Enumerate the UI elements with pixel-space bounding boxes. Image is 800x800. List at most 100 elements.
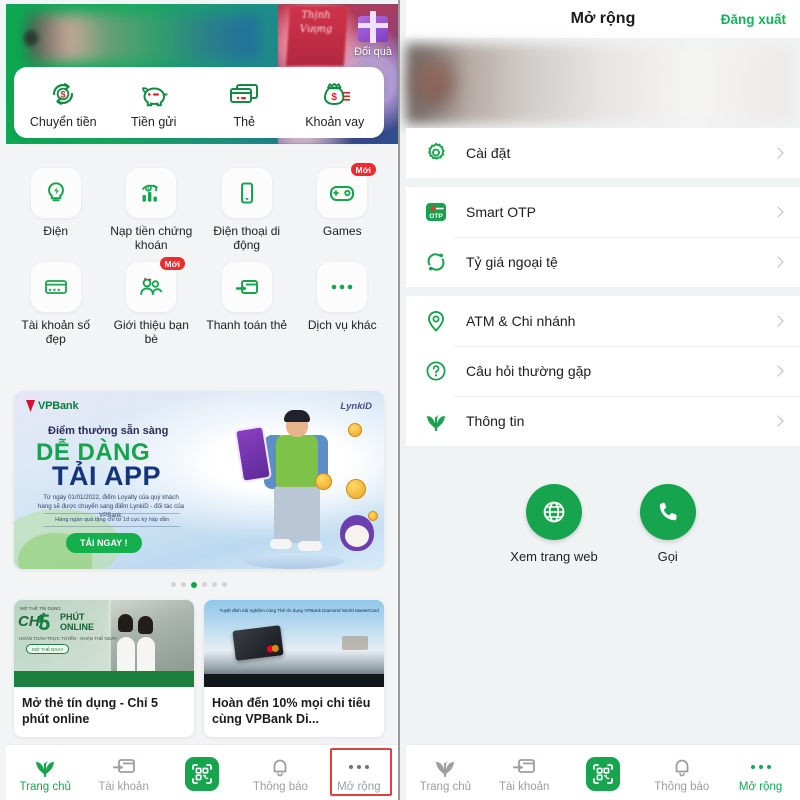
home-sprout-icon [6, 755, 84, 779]
carousel-dot[interactable] [181, 582, 186, 587]
service-label: Dịch vụ khác [307, 318, 377, 332]
service-thanh-toan-the[interactable]: Thanh toán thẻ [199, 262, 295, 346]
menu-item-atm-chi-nhanh[interactable]: ATM & Chi nhánh [406, 296, 800, 346]
blurred-profile-avatar [414, 58, 454, 106]
service-tile [221, 168, 272, 218]
menu-group-tools: OTP Smart OTP Tỷ giá ngoại tệ [406, 187, 800, 287]
service-tai-khoan-so-dep[interactable]: Tài khoản số đẹp [8, 262, 104, 346]
news-image-photo [111, 600, 194, 671]
menu-item-label: Tỷ giá ngoại tệ [466, 254, 558, 270]
right-phone-more-screen: Mở rộng Đăng xuất Cài đặt OTP Smart OTP … [400, 0, 800, 800]
nav-tab-account[interactable]: Tài khoản [485, 755, 564, 800]
menu-item-label: Smart OTP [466, 204, 537, 220]
more-screen-header: Mở rộng Đăng xuất [406, 0, 800, 38]
quick-action-transfer[interactable]: $ Chuyển tiền [18, 78, 109, 129]
bottom-navigation-bar: Trang chủ Tài khoản Thông báo Mở rộng [406, 744, 800, 800]
action-label: Gọi [657, 549, 678, 564]
quick-action-deposit[interactable]: Tiền gửi [109, 78, 200, 129]
service-dien-thoai-di-dong[interactable]: Điện thoại di động [199, 168, 295, 252]
service-tile [221, 262, 272, 312]
services-row-1: Điện $ Nạp tiền chứng khoán Điện thoại d… [8, 163, 391, 252]
carousel-dot[interactable] [212, 582, 217, 587]
news-card-image: Tuyệt đỉnh trải nghiệm cùng Thẻ tín dụng… [204, 600, 384, 687]
nav-tab-account[interactable]: Tài khoản [84, 755, 162, 800]
nav-tab-label: Trang chủ [419, 781, 472, 793]
coin-icon [315, 473, 332, 490]
blurred-profile-banner [406, 44, 792, 124]
carousel-dot[interactable] [202, 582, 207, 587]
service-gioi-thieu-ban-be[interactable]: Mới Giới thiệu bạn bè [104, 257, 200, 346]
menu-item-ty-gia-ngoai-te[interactable]: Tỷ giá ngoại tệ [406, 237, 800, 287]
chevron-right-icon [772, 206, 784, 218]
service-dich-vu-khac[interactable]: Dịch vụ khác [295, 262, 391, 346]
news-image-footer-bar [14, 671, 194, 687]
news-card[interactable]: MỞ THẺ TÍN DỤNG CHỈ 5 PHÚT ONLINE HOÀN T… [14, 600, 194, 737]
menu-item-cai-dat[interactable]: Cài đặt [406, 128, 800, 178]
contact-actions: Xem trang web Gọi [406, 484, 800, 564]
nav-tab-qr-scan[interactable] [564, 757, 643, 800]
menu-item-smart-otp[interactable]: OTP Smart OTP [406, 187, 800, 237]
carousel-dot[interactable] [171, 582, 176, 587]
money-transfer-icon: $ [18, 78, 109, 110]
gift-exchange-label[interactable]: Đổi quà [354, 46, 392, 58]
quick-action-loan[interactable]: $ Khoản vay [290, 78, 381, 129]
account-card-icon [485, 755, 564, 779]
news-image-number: 5 [38, 610, 51, 635]
more-dots-icon [320, 755, 398, 779]
stock-chart-icon: $ [142, 184, 158, 202]
coin-icon [348, 423, 362, 437]
service-label: Nạp tiền chứng khoán [110, 224, 193, 252]
menu-item-label: Thông tin [466, 413, 525, 429]
nav-tab-home[interactable]: Trang chủ [6, 755, 84, 800]
svg-text:OTP: OTP [429, 213, 443, 220]
nav-tab-notifications[interactable]: Thông báo [642, 755, 721, 800]
quick-action-card[interactable]: Thẻ [199, 78, 290, 129]
coin-icon [346, 479, 366, 499]
nav-tab-more[interactable]: Mở rộng [320, 755, 398, 800]
lightbulb-icon [47, 182, 64, 202]
menu-group-settings: Cài đặt [406, 128, 800, 178]
qr-scan-icon [585, 757, 620, 791]
menu-item-label: Cài đặt [466, 145, 511, 161]
service-label: Games [322, 224, 362, 238]
action-view-website[interactable]: Xem trang web [510, 484, 598, 564]
quick-actions-card: $ Chuyển tiền Tiền gửi Thẻ $ Khoản vay [14, 67, 384, 138]
service-games[interactable]: Mới Games [295, 163, 391, 252]
nav-tab-more[interactable]: Mở rộng [721, 755, 800, 800]
service-label: Điện [43, 224, 69, 238]
carousel-dots[interactable] [0, 582, 398, 588]
qr-scan-icon [185, 757, 220, 791]
vpbank-logo: VPBank [26, 400, 79, 412]
nav-tab-home[interactable]: Trang chủ [406, 755, 485, 800]
mastercard-logo-icon [266, 644, 280, 653]
banner-line-3: TẢI APP [52, 461, 162, 491]
news-image-button: MỞ THẺ NGAY [26, 644, 70, 654]
nav-tab-qr-scan[interactable] [163, 757, 241, 800]
vpbank-wordmark: VPBank [38, 400, 79, 412]
banner-cta-button[interactable]: TẢI NGAY ! [66, 533, 142, 553]
menu-item-thong-tin[interactable]: Thông tin [406, 396, 800, 446]
chevron-right-icon [772, 256, 784, 268]
nav-tab-notifications[interactable]: Thông báo [241, 755, 319, 800]
nav-tab-label: Thông báo [654, 781, 710, 793]
menu-group-divider [406, 287, 800, 296]
menu-item-cau-hoi-thuong-gap[interactable]: Câu hỏi thường gặp [406, 346, 800, 396]
action-call[interactable]: Gọi [639, 484, 696, 564]
carousel-dot[interactable] [222, 582, 227, 587]
promo-banner-carousel[interactable]: VPBank LynkiD Điểm thưởng sẵn sàng DỄ DÀ… [14, 391, 384, 569]
banner-subnote: Hàng ngàn quà tặng chỉ từ 1đ cực kỳ hấp … [44, 513, 180, 527]
coin-icon [368, 511, 378, 521]
chevron-right-icon [772, 147, 784, 159]
service-nap-tien-chung-khoan[interactable]: $ Nạp tiền chứng khoán [104, 168, 200, 252]
chevron-right-icon [772, 315, 784, 327]
nav-tab-label: Tài khoản [98, 781, 149, 793]
service-dien[interactable]: Điện [8, 168, 104, 252]
services-row-2: Tài khoản số đẹp Mới Giới thiệu bạn bè T… [8, 257, 391, 346]
vip-account-card-icon [44, 280, 67, 294]
news-card[interactable]: Tuyệt đỉnh trải nghiệm cùng Thẻ tín dụng… [204, 600, 384, 737]
more-dots-icon [331, 284, 353, 290]
carousel-dot-active[interactable] [191, 582, 197, 588]
news-image-online: ONLINE [60, 622, 95, 632]
chevron-right-icon [772, 415, 784, 427]
logout-button[interactable]: Đăng xuất [721, 12, 786, 27]
